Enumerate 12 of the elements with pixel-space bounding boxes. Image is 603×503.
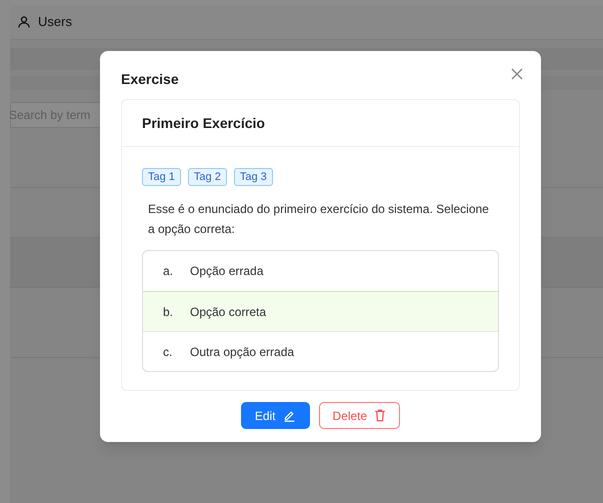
option-text: Outra opção errada — [190, 344, 294, 360]
card-title: Primeiro Exercício — [142, 114, 265, 132]
option-letter: a. — [163, 263, 174, 280]
option-text: Opção errada — [190, 263, 264, 280]
option-letter: b. — [163, 304, 174, 320]
tag: Tag 1 — [142, 168, 181, 186]
option-letter: c. — [163, 344, 174, 360]
option-text: Opção correta — [190, 304, 266, 320]
tag: Tag 2 — [188, 168, 227, 186]
exercise-statement: Esse é o enunciado do primeiro exercício do sistema. Selecione a opção correta: — [147, 201, 490, 238]
dialog-title: Exercise — [121, 70, 179, 89]
tag: Tag 3 — [234, 168, 273, 186]
